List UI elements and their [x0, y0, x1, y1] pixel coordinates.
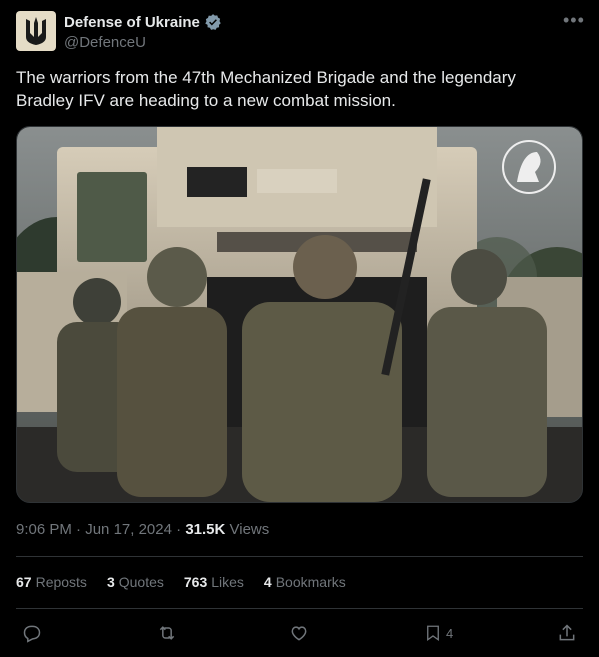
- divider: [16, 608, 583, 609]
- likes-count: 763: [183, 574, 208, 590]
- share-button[interactable]: [557, 622, 577, 644]
- author-handle[interactable]: @DefenceU: [64, 34, 146, 51]
- meta-separator: ·: [76, 521, 82, 538]
- quotes-count: 3: [106, 574, 115, 590]
- reply-button[interactable]: [22, 622, 42, 644]
- bookmark-button[interactable]: 4: [424, 622, 453, 644]
- bookmarks-count: 4: [263, 574, 272, 590]
- stat-bookmarks[interactable]: 4 Bookmarks: [264, 574, 346, 590]
- share-icon: [559, 624, 575, 641]
- tweet-time[interactable]: 9:06 PM: [16, 521, 72, 538]
- divider: [16, 556, 583, 557]
- reposts-count: 67: [16, 574, 32, 590]
- views-label: Views: [229, 521, 270, 538]
- stat-quotes[interactable]: 3 Quotes: [107, 574, 164, 590]
- bookmarks-label: Bookmarks: [275, 574, 346, 590]
- stat-likes[interactable]: 763 Likes: [184, 574, 244, 590]
- stat-reposts[interactable]: 67 Reposts: [16, 574, 87, 590]
- tweet-date[interactable]: Jun 17, 2024: [85, 521, 172, 538]
- verified-badge-icon: [205, 14, 221, 30]
- tweet-meta: 9:06 PM · Jun 17, 2024 · 31.5K Views: [16, 521, 269, 538]
- author-name-row[interactable]: Defense of Ukraine: [64, 13, 222, 31]
- bookmark-count: 4: [446, 625, 454, 641]
- tweet-photo[interactable]: [16, 126, 583, 503]
- like-button[interactable]: [289, 622, 309, 644]
- tweet-text: The warriors from the 47th Mechanized Br…: [16, 68, 516, 110]
- like-icon: [291, 626, 307, 641]
- avatar[interactable]: [16, 11, 56, 51]
- views-count: 31.5K: [185, 521, 226, 538]
- reply-icon: [23, 625, 41, 643]
- more-icon[interactable]: •••: [563, 10, 585, 31]
- bookmark-icon: [427, 625, 439, 642]
- quotes-label: Quotes: [118, 574, 164, 590]
- trident-logo-icon: [26, 17, 46, 45]
- meta-separator: ·: [176, 521, 182, 538]
- soldiers-bradley-photo: [17, 127, 582, 502]
- repost-button[interactable]: [156, 622, 178, 644]
- engagement-stats: 67 Reposts 3 Quotes 763 Likes 4 Bookmarks: [16, 574, 346, 590]
- likes-label: Likes: [211, 574, 244, 590]
- repost-icon: [159, 626, 175, 640]
- author-name[interactable]: Defense of Ukraine: [64, 14, 200, 31]
- reposts-label: Reposts: [35, 574, 87, 590]
